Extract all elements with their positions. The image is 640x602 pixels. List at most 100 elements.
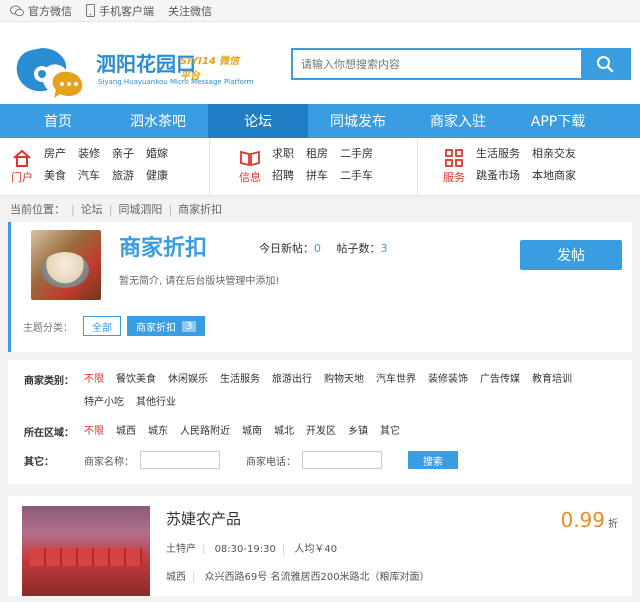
subnav-link[interactable]: 婚嫁 [146,145,168,167]
subnav-link[interactable]: 租房 [306,145,328,167]
category-option[interactable]: 购物天地 [324,370,364,385]
topbar-label: 关注微信 [168,4,212,18]
subnav-link[interactable]: 招聘 [272,167,294,189]
merchant-listing[interactable]: 苏婕农产品 土特产 | 08:30-19:30 | 人均￥40 城西 | 众兴西路69… [8,496,632,596]
area-option[interactable]: 城南 [242,422,262,437]
today-label: 今日新帖： [259,242,314,255]
subnav-link[interactable]: 求职 [272,145,294,167]
merchant-phone-input[interactable] [302,451,382,469]
merchant-filter: 商家类别： 不限 餐饮美食 休闲娱乐 生活服务 旅游出行 购物天地 汽车世界 装… [8,360,632,484]
logo-subtitle: Siyang Huayuankou Micro Message Platform [98,78,254,86]
subnav-group-info: 信息 求职 招聘 租房 拼车 二手房 二手车 [210,138,418,195]
subnav-links: 生活服务 跳蚤市场 相亲交友 本地商家 [476,145,576,189]
subnav-link[interactable]: 跳蚤市场 [476,167,520,189]
subnav-link[interactable]: 本地商家 [532,167,576,189]
topics-label: 主题分类： [23,322,73,334]
forum-thumbnail [31,230,101,300]
phone-icon [86,4,95,17]
merchant-hours: 08:30-19:30 [214,544,276,555]
category-option[interactable]: 旅游出行 [272,370,312,385]
category-option[interactable]: 其他行业 [136,393,176,408]
subnav-link[interactable]: 亲子 [112,145,134,167]
subnav-link[interactable]: 旅游 [112,167,134,189]
merchant-phone-label: 商家电话： [246,456,296,468]
merchant-name-input[interactable] [140,451,220,469]
posts-count: 3 [380,242,388,255]
today-count: 0 [314,242,321,255]
discount-value: 0.99 [560,508,605,532]
category-option[interactable]: 汽车世界 [376,370,416,385]
category-option[interactable]: 生活服务 [220,370,260,385]
topbar-mobile-client[interactable]: 手机客户端 [86,3,154,19]
area-option[interactable]: 乡镇 [348,422,368,437]
logo-mark-icon [16,48,83,98]
posts-label: 帖子数： [336,242,381,255]
area-option[interactable]: 城西 [116,422,136,437]
category-option[interactable]: 餐饮美食 [116,370,156,385]
category-nav: 门户 房产 美食 装修 汽车 亲子 旅游 婚嫁 健康 信息 求职 招聘 租房 拼… [0,138,640,196]
merchant-category: 土特产 [166,544,196,555]
breadcrumb-item-city[interactable]: 同城泗阳 [118,201,162,217]
merchant-address-line: 城西 | 众兴西路69号 名流雅居西200米路北（粮库对面） [166,572,430,583]
new-post-button[interactable]: 发帖 [520,240,622,270]
nav-item-home[interactable]: 首页 [8,104,108,138]
subnav-link[interactable]: 美食 [44,167,66,189]
area-option[interactable]: 其它 [380,422,400,437]
area-option[interactable]: 城东 [148,422,168,437]
discount-unit: 折 [608,519,618,530]
area-options: 不限 城西 城东 人民路附近 城南 城北 开发区 乡镇 其它 [84,422,624,445]
area-option[interactable]: 不限 [84,422,104,437]
subnav-group-label: 信息 [239,170,261,184]
category-option[interactable]: 特产小吃 [84,393,124,408]
subnav-link[interactable]: 房产 [44,145,66,167]
filter-search-button[interactable]: 搜索 [408,451,458,469]
book-icon [240,150,260,166]
nav-item-forum[interactable]: 论坛 [208,104,308,138]
subnav-group-portal-title[interactable]: 门户 [8,149,36,185]
topbar-follow-wechat[interactable]: 关注微信 [168,3,212,19]
search-input[interactable] [293,50,581,78]
category-filter-row: 商家类别： 不限 餐饮美食 休闲娱乐 生活服务 旅游出行 购物天地 汽车世界 装… [24,370,632,416]
category-option[interactable]: 广告传媒 [480,370,520,385]
topic-current-button[interactable]: 商家折扣 3 [127,316,206,336]
subnav-group-info-title[interactable]: 信息 [236,149,264,185]
subnav-link[interactable]: 装修 [78,145,100,167]
category-option[interactable]: 休闲娱乐 [168,370,208,385]
site-logo[interactable]: 泗阳花园口 SIYI14 微信平台 Siyang Huayuankou Micr… [12,44,253,100]
category-option[interactable]: 教育培训 [532,370,572,385]
search-button[interactable] [581,50,629,78]
topic-all-button[interactable]: 全部 [83,316,121,336]
subnav-link[interactable]: 二手车 [340,167,373,189]
subnav-link[interactable]: 健康 [146,167,168,189]
breadcrumb-item-forum[interactable]: 论坛 [81,201,103,217]
subnav-links: 房产 美食 装修 汽车 亲子 旅游 婚嫁 健康 [44,145,168,189]
merchant-address: 众兴西路69号 名流雅居西200米路北（粮库对面） [204,572,430,583]
forum-stats: 今日新帖：0 帖子数：3 [259,240,388,256]
subnav-group-service-title[interactable]: 服务 [440,148,468,185]
subnav-link[interactable]: 汽车 [78,167,100,189]
breadcrumb-label: 当前位置： [10,203,65,216]
merchant-meta: 土特产 | 08:30-19:30 | 人均￥40 [166,544,338,555]
area-option[interactable]: 人民路附近 [180,422,230,437]
merchant-name[interactable]: 苏婕农产品 [166,508,241,529]
nav-item-tea-bar[interactable]: 泗水茶吧 [108,104,208,138]
nav-item-merchant-join[interactable]: 商家入驻 [408,104,508,138]
forum-header-panel: 商家折扣 今日新帖：0 帖子数：3 暂无简介, 请在后台版块管理中添加! 发帖 … [8,222,632,352]
area-option[interactable]: 开发区 [306,422,336,437]
top-bar: 官方微信 手机客户端 关注微信 [0,0,640,22]
area-option[interactable]: 城北 [274,422,294,437]
main-nav: 首页 泗水茶吧 论坛 同城发布 商家入驻 APP下载 [0,104,640,138]
topbar-official-wechat[interactable]: 官方微信 [10,3,72,19]
subnav-link[interactable]: 生活服务 [476,145,520,167]
nav-item-city-post[interactable]: 同城发布 [308,104,408,138]
category-option[interactable]: 装修装饰 [428,370,468,385]
category-option[interactable]: 不限 [84,370,104,385]
merchant-photo[interactable] [22,506,150,596]
nav-item-app-download[interactable]: APP下载 [508,104,608,138]
subnav-link[interactable]: 二手房 [340,145,373,167]
subnav-link[interactable]: 相亲交友 [532,145,576,167]
other-filter-row: 其它： 商家名称： 商家电话： 搜索 [24,451,632,469]
breadcrumb-item-current[interactable]: 商家折扣 [178,201,222,217]
subnav-link[interactable]: 拼车 [306,167,328,189]
merchant-discount: 0.99 折 [560,508,618,532]
